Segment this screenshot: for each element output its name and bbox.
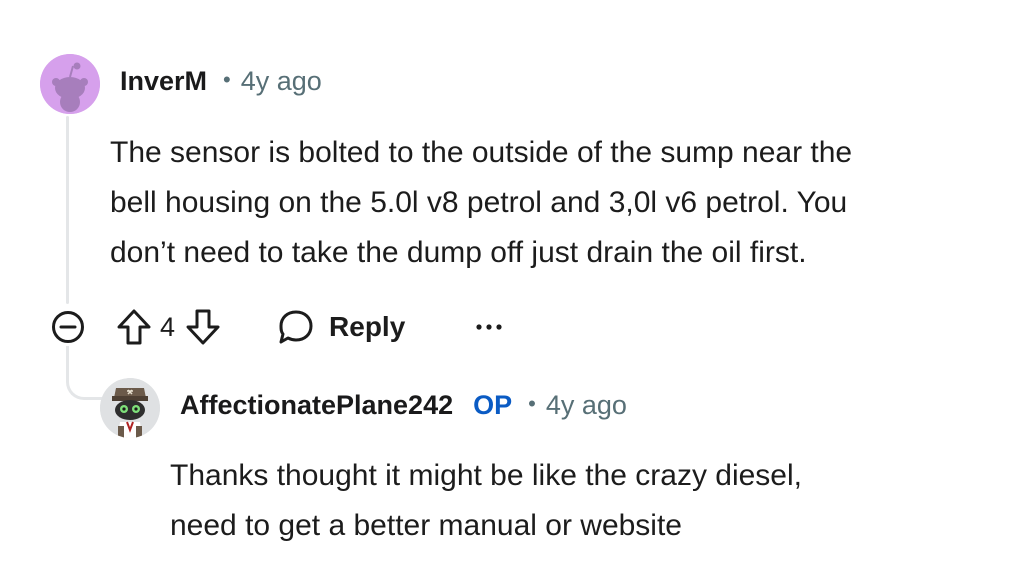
username-link[interactable]: InverM (120, 66, 207, 97)
op-badge: OP (473, 390, 513, 420)
more-options-button[interactable] (475, 322, 503, 332)
meta-separator: • (223, 67, 231, 92)
collapse-thread-button[interactable] (50, 309, 86, 345)
comment-meta: AffectionatePlane242 OP • 4y ago (180, 390, 627, 421)
user-avatar[interactable] (40, 54, 100, 114)
vote-group: 4 (116, 308, 221, 346)
arrow-up-icon (117, 309, 151, 345)
minus-circle-icon (52, 311, 84, 343)
comment-action-bar: 4 Reply (50, 306, 503, 348)
comment-bubble-icon (279, 310, 313, 344)
comment-meta: InverM • 4y ago (120, 66, 322, 97)
ellipsis-icon (476, 324, 502, 330)
snoo-avatar-icon (40, 54, 100, 114)
username-link[interactable]: AffectionatePlane242 (180, 390, 453, 421)
comment-body: Thanks thought it might be like the craz… (170, 451, 970, 551)
arrow-down-icon (186, 309, 220, 345)
vote-count: 4 (160, 311, 176, 342)
downvote-button[interactable] (185, 308, 221, 346)
reply-button[interactable]: Reply (277, 308, 405, 346)
comment-timestamp[interactable]: 4y ago (546, 390, 627, 421)
reply-label: Reply (329, 311, 406, 342)
comment-text: Thanks thought it might be like the craz… (170, 459, 802, 542)
comment-body: The sensor is bolted to the outside of t… (110, 128, 990, 278)
upvote-button[interactable] (116, 308, 152, 346)
thread-connector (66, 346, 106, 400)
meta-separator: • (528, 391, 536, 416)
snoo-pirate-avatar-icon (100, 378, 160, 438)
comment-timestamp[interactable]: 4y ago (241, 66, 322, 97)
thread-line[interactable] (66, 116, 69, 304)
user-avatar[interactable] (100, 378, 160, 438)
comment-text: The sensor is bolted to the outside of t… (110, 136, 853, 269)
